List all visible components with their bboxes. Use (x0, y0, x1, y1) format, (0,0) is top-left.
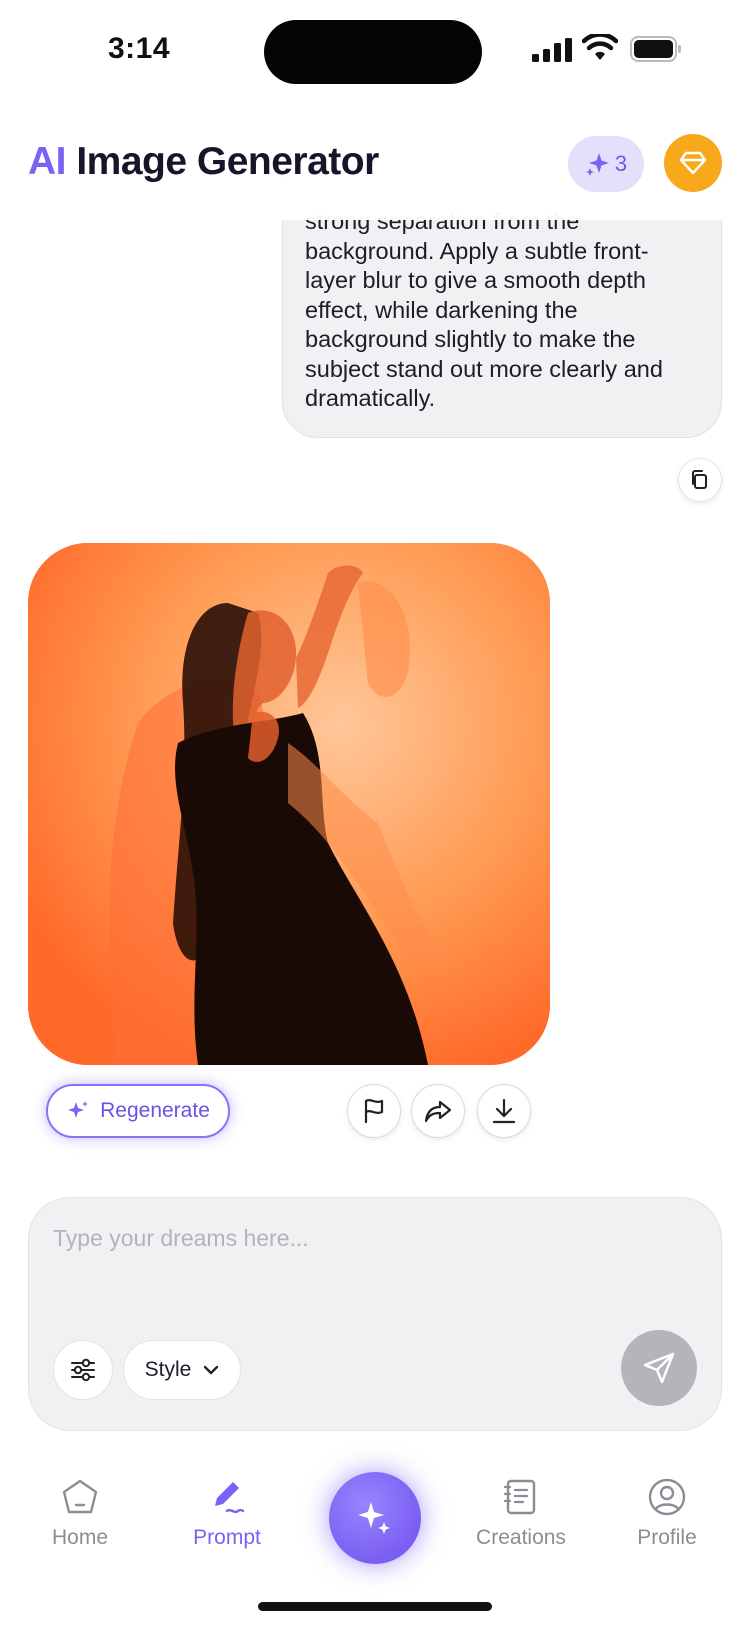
cellular-signal-icon (532, 38, 572, 62)
tab-creations[interactable]: Creations (461, 1478, 581, 1550)
regenerate-button[interactable]: Regenerate (46, 1084, 230, 1138)
flag-icon (364, 1099, 384, 1124)
sparkle-icon (585, 153, 609, 176)
create-button[interactable] (329, 1472, 421, 1564)
home-indicator (258, 1602, 492, 1611)
diamond-icon (679, 151, 707, 175)
tab-prompt[interactable]: Prompt (167, 1478, 287, 1550)
prompt-line: effect, while darkening the (305, 296, 578, 323)
copy-icon (692, 470, 707, 489)
tab-home-label: Home (51, 1526, 109, 1549)
bottom-tab-bar: Home Prompt Creations Profile (0, 1448, 750, 1626)
generated-image-art (28, 543, 550, 1065)
prompt-line: background. Apply a subtle front- (305, 237, 649, 264)
style-label: Style (144, 1358, 192, 1381)
report-button[interactable] (347, 1084, 401, 1138)
tab-home[interactable]: Home (20, 1478, 140, 1550)
share-button[interactable] (411, 1084, 465, 1138)
prompt-line: background slightly to make the (305, 326, 636, 352)
home-icon (62, 1479, 98, 1514)
status-time: 3:14 (108, 32, 171, 65)
app-header: AI Image Generator 3 (0, 120, 750, 220)
app-title: AI Image Generator (28, 140, 379, 184)
sliders-icon (71, 1358, 95, 1382)
tab-creations-label: Creations (476, 1526, 566, 1549)
user-icon (648, 1478, 686, 1516)
style-dropdown[interactable]: Style (123, 1340, 241, 1400)
battery-icon (630, 36, 681, 62)
prompt-composer: Style (28, 1197, 722, 1431)
wifi-icon (582, 34, 618, 60)
credits-count: 3 (614, 151, 628, 176)
premium-button[interactable] (664, 134, 722, 192)
sparkle-icon (68, 1101, 89, 1118)
gallery-icon (503, 1479, 536, 1515)
app-title-rest: Image Generator (66, 140, 379, 183)
regenerate-label: Regenerate (100, 1099, 210, 1122)
status-bar: 3:14 (0, 0, 750, 100)
prompt-text: strong separation from the background. A… (305, 207, 705, 414)
app-title-accent: AI (28, 140, 67, 183)
tab-prompt-label: Prompt (193, 1526, 261, 1549)
prompt-line: subject stand out more clearly and (305, 355, 663, 382)
send-button[interactable] (621, 1330, 697, 1406)
prompt-line: dramatically. (305, 385, 436, 411)
download-button[interactable] (477, 1084, 531, 1138)
tab-profile[interactable]: Profile (607, 1478, 727, 1550)
share-icon (424, 1100, 452, 1123)
copy-prompt-button[interactable] (678, 458, 722, 502)
credits-button[interactable]: 3 (568, 136, 644, 192)
generated-image[interactable] (28, 543, 550, 1065)
send-icon (643, 1352, 675, 1384)
tab-profile-label: Profile (637, 1526, 697, 1549)
settings-button[interactable] (53, 1340, 113, 1400)
chevron-down-icon (204, 1365, 219, 1375)
prompt-line: layer blur to give a smooth depth (305, 267, 646, 293)
pen-icon (215, 1482, 245, 1514)
dynamic-island (264, 20, 482, 84)
prompt-input[interactable] (53, 1218, 673, 1258)
sparkle-icon (358, 1502, 390, 1534)
download-icon (492, 1098, 516, 1124)
